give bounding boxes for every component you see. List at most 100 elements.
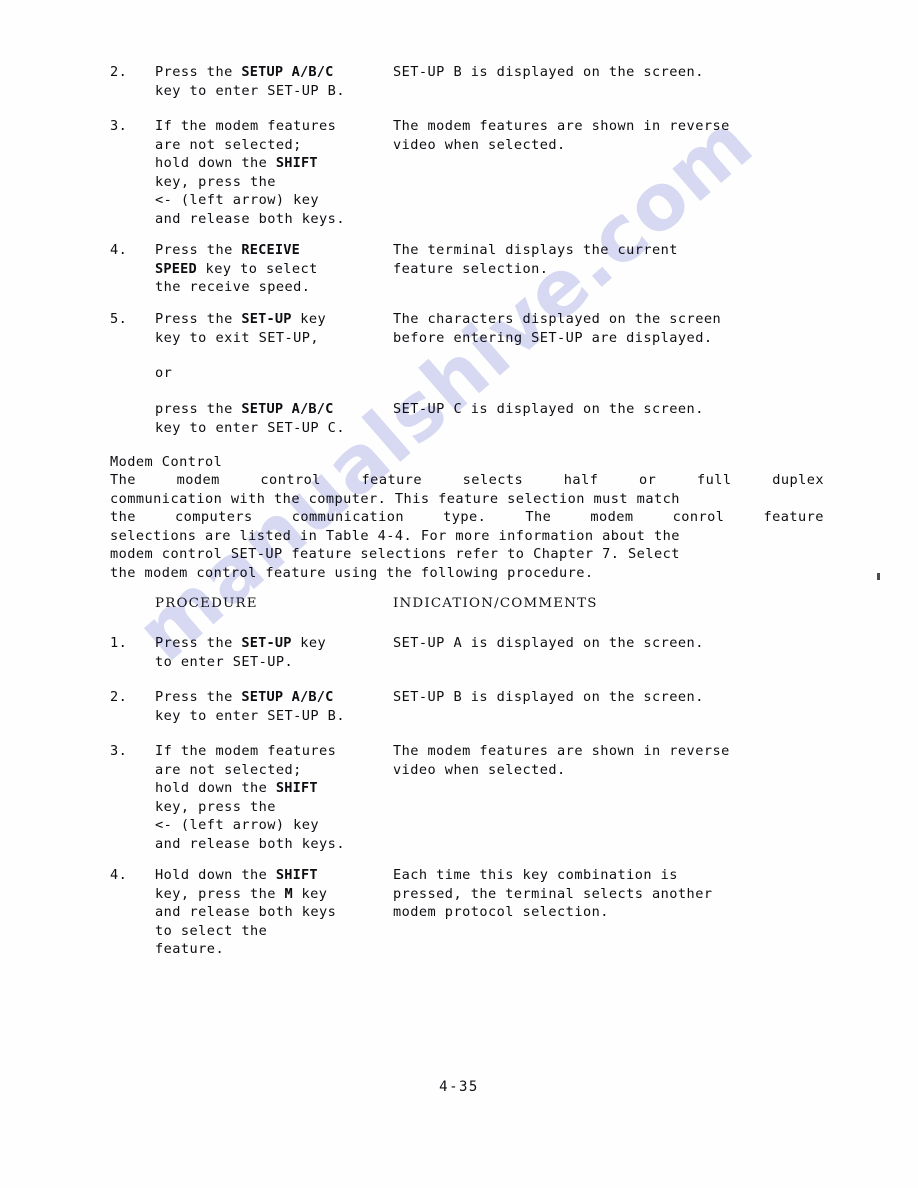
indication-line: video when selected. <box>393 761 566 778</box>
procedure-line: key to enter SET-UP B. <box>155 707 345 726</box>
paragraph-word: computers <box>174 509 253 526</box>
step-number: 4. <box>110 867 128 883</box>
procedure-line: and release both keys <box>155 903 336 922</box>
text-run: the receive speed. <box>155 279 311 296</box>
procedure-line: feature. <box>155 940 224 959</box>
indication-line: pressed, the terminal selects another <box>393 885 713 902</box>
paragraph-word: half <box>563 472 599 488</box>
paragraph-line: modem control SET-UP feature selections … <box>110 546 680 563</box>
indication-line: video when selected. <box>393 136 566 153</box>
indication-line: SET-UP A is displayed on the screen. <box>393 635 704 651</box>
paragraph-line: the computers communication type. The modem co… <box>110 508 824 527</box>
paragraph-line: communication with the computer. This fe… <box>110 490 680 507</box>
step-number: 2. <box>110 64 128 80</box>
text-run: <- (left arrow) key <box>155 192 320 209</box>
key-name-bold: SETUP A/B/C <box>241 689 334 705</box>
text-run: Press the <box>155 64 242 80</box>
procedure-line: and release both keys. <box>155 210 345 229</box>
key-name-bold: SHIFT <box>275 780 318 797</box>
paragraph-word: the <box>110 509 136 526</box>
column-header-indication: INDICATION/COMMENTS <box>393 596 598 611</box>
procedure-line: Press the SET-UP key <box>155 310 326 329</box>
indication-line: The modem features are shown in reverse <box>393 118 730 134</box>
step-number: 5. <box>110 311 128 327</box>
text-run: key <box>291 311 327 327</box>
procedure-line: hold down the SHIFT <box>155 779 318 798</box>
procedure-line: key, press the M key <box>155 885 327 904</box>
text-run: and release both keys. <box>155 836 345 852</box>
procedure-line: Press the RECEIVE <box>155 241 300 260</box>
procedure-line: Press the SETUP A/B/C <box>155 688 334 707</box>
procedure-line: If the modem features <box>155 117 336 136</box>
scanned-document-page: manualshive.com 2. Press the SETUP A/B/C k… <box>0 0 918 1188</box>
paragraph-word: or <box>639 472 657 488</box>
key-name-bold: SETUP A/B/C <box>241 401 334 417</box>
indication-line: The characters displayed on the screen <box>393 311 722 327</box>
paragraph-word: selects <box>462 472 524 488</box>
text-run: hold down the <box>155 155 276 172</box>
text-run: key, press the <box>155 798 276 815</box>
procedure-line: key, press the <box>155 173 276 192</box>
procedure-line: key to enter SET-UP B. <box>155 82 345 101</box>
key-name-bold: SET-UP <box>241 635 292 651</box>
text-run: key, press the <box>155 885 285 902</box>
step-number: 4. <box>110 242 128 258</box>
text-run: feature. <box>155 941 225 958</box>
indication-line: SET-UP B is displayed on the screen. <box>393 64 704 80</box>
text-run: If the modem features <box>155 743 337 759</box>
paragraph-word: The <box>110 472 136 488</box>
watermark-layer: manualshive.com <box>0 0 918 1188</box>
procedure-line: Press the SETUP A/B/C <box>155 63 334 82</box>
text-run: key <box>292 885 328 902</box>
text-run: to enter SET-UP. <box>155 653 294 670</box>
text-run: <- (left arrow) key <box>155 817 320 834</box>
text-run: key <box>291 635 327 651</box>
procedure-line: to enter SET-UP. <box>155 653 293 672</box>
paragraph-word: type. <box>443 509 487 526</box>
step-number: 3. <box>110 118 128 134</box>
column-header-procedure: PROCEDURE <box>155 596 258 611</box>
indication-line: Each time this key combination is <box>393 867 678 883</box>
procedure-line: If the modem features <box>155 742 336 761</box>
paragraph-word: modem <box>176 472 220 488</box>
step-number: 1. <box>110 635 128 651</box>
text-run: press the <box>155 401 242 417</box>
indication-line: The terminal displays the current <box>393 242 678 258</box>
paragraph-line: the modem control feature using the foll… <box>110 564 594 581</box>
paragraph-word: control <box>260 472 321 488</box>
procedure-line: the receive speed. <box>155 278 310 297</box>
indication-line: modem protocol selection. <box>393 904 609 921</box>
scan-artifact-speck <box>877 573 880 580</box>
procedure-line: Hold down the SHIFT <box>155 866 318 885</box>
text-run: key to exit SET-UP, <box>155 329 320 346</box>
text-run: If the modem features <box>155 118 337 134</box>
text-run: key to select <box>196 260 318 277</box>
text-run: Press the <box>155 242 242 258</box>
procedure-line: press the SETUP A/B/C <box>155 400 334 419</box>
procedure-line: SPEED key to select <box>155 260 318 279</box>
key-name-bold: SETUP A/B/C <box>241 64 334 80</box>
paragraph-word: modem <box>590 509 634 526</box>
indication-line: before entering SET-UP are displayed. <box>393 329 713 346</box>
text-run: key to enter SET-UP B. <box>155 82 345 99</box>
procedure-line: <- (left arrow) key <box>155 191 319 210</box>
paragraph-word: communication <box>291 509 405 526</box>
text-run: are not selected; <box>155 761 302 778</box>
paragraph-line: The modem control feature selects half or full d… <box>110 471 824 490</box>
paragraph-word: duplex <box>772 472 824 488</box>
text-run: key to enter SET-UP B. <box>155 707 345 724</box>
text-run: Press the <box>155 635 242 651</box>
text-run: key, press the <box>155 173 276 190</box>
text-run: Press the <box>155 311 242 327</box>
key-name-bold: SHIFT <box>275 867 318 883</box>
paragraph-word: feature <box>763 509 824 526</box>
paragraph-line: selections are listed in Table 4-4. For … <box>110 527 680 544</box>
section-paragraph: The modem control feature selects half or full d… <box>110 471 824 583</box>
procedure-line: Press the SET-UP key <box>155 634 326 653</box>
text-run: key to enter SET-UP C. <box>155 419 345 436</box>
paragraph-word: feature <box>361 472 422 488</box>
text-run: to select the <box>155 922 268 939</box>
procedure-line: and release both keys. <box>155 835 345 854</box>
procedure-line: hold down the SHIFT <box>155 154 318 173</box>
key-name-bold: RECEIVE <box>241 242 301 258</box>
